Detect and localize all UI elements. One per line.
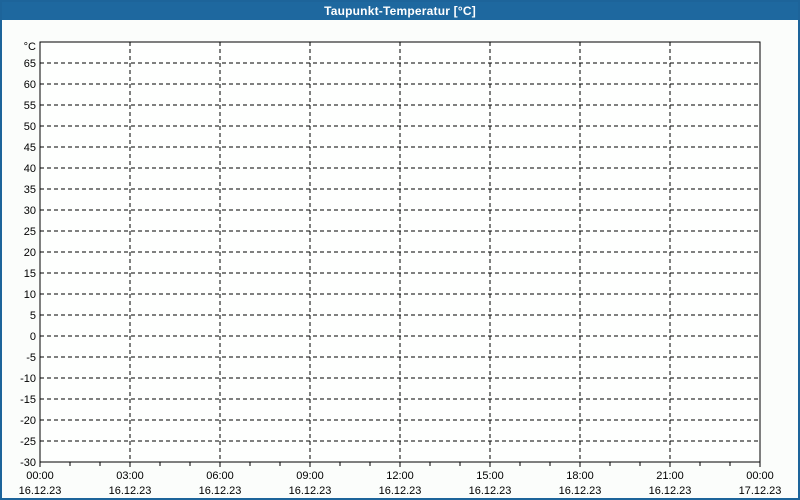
x-tick-time-label: 12:00: [386, 470, 414, 482]
title-bar: Taupunkt-Temperatur [°C]: [2, 2, 798, 20]
y-tick-label: 20: [24, 247, 36, 259]
y-tick-label: 5: [30, 310, 36, 322]
x-axis-labels: 00:00 16.12.23 03:00 16.12.23 06:00 16.12.23 0…: [19, 470, 782, 497]
y-tick-label: -20: [20, 415, 36, 427]
x-tick-date-label: 16.12.23: [649, 485, 692, 497]
x-tick-date-label: 16.12.23: [109, 485, 152, 497]
x-tick-time-label: 21:00: [656, 470, 684, 482]
y-tick-label: 60: [24, 79, 36, 91]
y-tick-label: -5: [26, 352, 36, 364]
x-axis-ticks: [39, 462, 761, 467]
x-tick-time-label: 06:00: [206, 470, 234, 482]
y-tick-label: -15: [20, 394, 36, 406]
x-tick-date-label: 16.12.23: [289, 485, 332, 497]
y-tick-label: 30: [24, 205, 36, 217]
x-tick-time-label: 15:00: [476, 470, 504, 482]
y-tick-label: -10: [20, 373, 36, 385]
x-tick-date-label: 16.12.23: [559, 485, 602, 497]
x-tick-date-label: 16.12.23: [469, 485, 512, 497]
x-tick-date-label: 17.12.23: [739, 485, 782, 497]
y-axis-labels: °C65605550454035302520151050-5-10-15-20-…: [20, 41, 36, 469]
x-tick-time-label: 00:00: [26, 470, 54, 482]
x-tick-time-label: 03:00: [116, 470, 144, 482]
y-tick-label: 15: [24, 268, 36, 280]
x-tick-time-label: 00:00: [746, 470, 774, 482]
y-tick-label: 65: [24, 58, 36, 70]
x-tick-time-label: 09:00: [296, 470, 324, 482]
x-tick-date-label: 16.12.23: [199, 485, 242, 497]
chart-plot-area: °C65605550454035302520151050-5-10-15-20-…: [19, 41, 782, 497]
chart-window: Taupunkt-Temperatur [°C] °C 65 60 55 50 45 40 3…: [0, 0, 800, 500]
y-tick-label: 55: [24, 100, 36, 112]
y-tick-label: 0: [30, 331, 36, 343]
y-tick-label: 10: [24, 289, 36, 301]
x-tick-date-label: 16.12.23: [19, 485, 62, 497]
y-tick-label: 45: [24, 142, 36, 154]
y-tick-label: 25: [24, 226, 36, 238]
y-tick-label: 40: [24, 163, 36, 175]
y-axis-unit-label: °C: [24, 41, 36, 53]
y-tick-label: 50: [24, 121, 36, 133]
chart-title: Taupunkt-Temperatur [°C]: [324, 4, 476, 18]
x-tick-time-label: 18:00: [566, 470, 594, 482]
x-tick-date-label: 16.12.23: [379, 485, 422, 497]
y-tick-label: -25: [20, 436, 36, 448]
y-tick-label: 35: [24, 184, 36, 196]
y-tick-label: -30: [20, 457, 36, 469]
